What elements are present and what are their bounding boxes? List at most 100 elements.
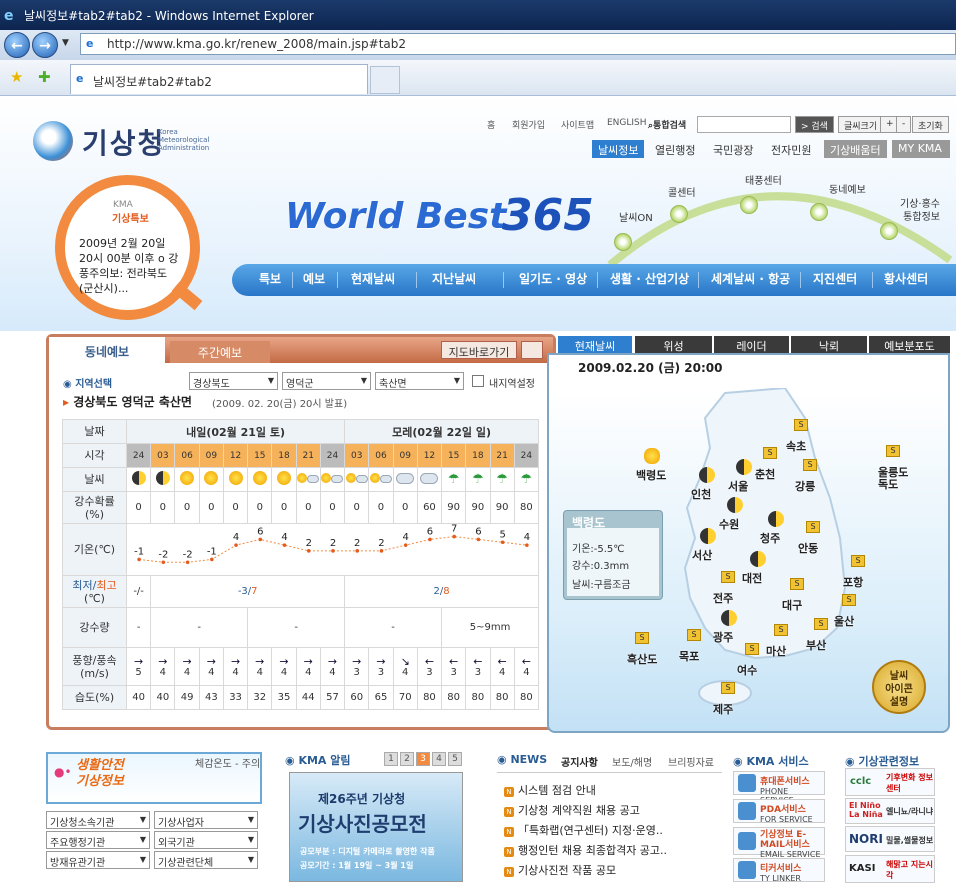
moon-icon[interactable] <box>768 511 784 527</box>
my-region-checkbox[interactable] <box>472 375 484 387</box>
page-1-button[interactable]: 1 <box>384 752 398 766</box>
arc-label-flood[interactable]: 기상·홍수 통합정보 <box>900 198 940 224</box>
menu-past[interactable]: 지난날씨 <box>432 270 476 287</box>
menu-earthquake[interactable]: 지진센터 <box>813 270 857 287</box>
city-label[interactable]: 서울 <box>728 481 748 493</box>
history-dropdown-icon[interactable]: ▼ <box>62 38 69 48</box>
city-label[interactable]: 울릉도 독도 <box>878 467 908 491</box>
kma-logo-icon[interactable] <box>33 121 73 161</box>
city-label[interactable]: 대구 <box>782 600 802 612</box>
s-badge-icon[interactable]: S <box>687 629 701 641</box>
util-sitemap-link[interactable]: 사이트맵 <box>561 118 594 131</box>
tab-satellite[interactable]: 위성 <box>635 336 712 354</box>
tab-radar[interactable]: 레이더 <box>714 336 789 354</box>
select-weather-business[interactable]: 기상사업자 <box>154 811 258 829</box>
page-4-button[interactable]: 4 <box>432 752 446 766</box>
select-admin-agencies[interactable]: 주요행정기관 <box>46 831 150 849</box>
city-label[interactable]: 대전 <box>742 573 762 585</box>
arc-label-local-forecast[interactable]: 동네예보 <box>829 181 866 196</box>
news-item[interactable]: N 기상청 계약직원 채용 공고 <box>504 802 640 818</box>
arc-dot-local-forecast[interactable] <box>810 203 828 221</box>
menu-warning[interactable]: 특보 <box>259 270 281 287</box>
city-label[interactable]: 강릉 <box>795 481 815 493</box>
s-badge-icon[interactable]: S <box>794 419 808 431</box>
tab-lightning[interactable]: 낙뢰 <box>791 336 867 354</box>
city-label[interactable]: 청주 <box>760 533 780 545</box>
city-label[interactable]: 백령도 <box>636 470 666 482</box>
nav-open-admin[interactable]: 열린행정 <box>649 140 701 158</box>
select-weather-orgs[interactable]: 기상관련단체 <box>154 851 258 869</box>
city-label[interactable]: 포항 <box>843 577 863 589</box>
city-label[interactable]: 목포 <box>679 651 699 663</box>
kma-notice-body[interactable]: 2009년 2월 20일 20시 00분 이후 o 강풍주의보: 전라북도(군산… <box>79 236 179 296</box>
city-label[interactable]: 마산 <box>766 646 786 658</box>
moon-icon[interactable] <box>736 459 752 475</box>
news-item[interactable]: N 시스템 점검 안내 <box>504 782 596 798</box>
news-item[interactable]: N 「특화랩(연구센터) 지정·운영.. <box>504 822 663 838</box>
news-item[interactable]: N 기상사진전 작품 공모 <box>504 862 616 878</box>
related-sunrise[interactable]: KASI 해맑고 지는시각 <box>845 855 935 883</box>
util-join-link[interactable]: 회원가입 <box>512 118 545 131</box>
city-label[interactable]: 춘천 <box>755 469 775 481</box>
moon-icon[interactable] <box>721 610 737 626</box>
s-badge-icon[interactable]: S <box>803 459 817 471</box>
county-select[interactable]: 영덕군 <box>282 372 371 390</box>
moon-icon[interactable] <box>727 497 743 513</box>
util-english-link[interactable]: ENGLISH <box>607 118 647 128</box>
menu-forecast[interactable]: 예보 <box>303 270 325 287</box>
related-tide[interactable]: NORI 밀물,썰물정보 <box>845 826 935 852</box>
s-badge-icon[interactable]: S <box>721 682 735 694</box>
city-label[interactable]: 여수 <box>737 665 757 677</box>
font-reset-button[interactable]: 초기화 <box>912 116 949 133</box>
menu-current[interactable]: 현재날씨 <box>351 270 395 287</box>
moon-icon[interactable] <box>699 467 715 483</box>
tab-forecast-map[interactable]: 예보분포도 <box>869 336 950 354</box>
arc-dot-weather-on[interactable] <box>614 233 632 251</box>
news-tab-press[interactable]: 보도/해명 <box>612 754 652 769</box>
nav-weather-info[interactable]: 날씨정보 <box>592 140 645 158</box>
menu-yellowdust[interactable]: 황사센터 <box>884 270 928 287</box>
s-badge-icon[interactable]: S <box>851 555 865 567</box>
city-label[interactable]: 인천 <box>691 489 711 501</box>
font-minus-button[interactable]: - <box>896 116 912 133</box>
province-select[interactable]: 경상북도 <box>189 372 278 390</box>
select-foreign-agencies[interactable]: 외국기관 <box>154 831 258 849</box>
search-input[interactable] <box>697 116 791 133</box>
safety-title[interactable]: 생활안전 기상정보 <box>76 758 166 790</box>
weather-icon-legend-button[interactable]: 날씨 아이콘 설명 <box>872 660 926 714</box>
s-badge-icon[interactable]: S <box>745 643 759 655</box>
arc-label-typhoon[interactable]: 태풍센터 <box>745 172 782 187</box>
moon-icon[interactable] <box>700 528 716 544</box>
nav-citizen-plaza[interactable]: 국민광장 <box>707 140 759 158</box>
search-button[interactable]: > 검색 <box>795 116 834 133</box>
browser-tab[interactable]: 날씨정보#tab2#tab2 <box>70 64 368 94</box>
menu-world[interactable]: 세계날씨 · 항공 <box>711 270 790 287</box>
favorites-star-icon[interactable]: ★ <box>10 68 23 86</box>
arc-dot-call-center[interactable] <box>670 205 688 223</box>
related-elnino[interactable]: El Niño La Niña 엘니뇨/라니냐 <box>845 798 935 824</box>
s-badge-icon[interactable]: S <box>721 571 735 583</box>
s-badge-icon[interactable]: S <box>842 594 856 606</box>
news-item[interactable]: N 행정인턴 채용 최종합격자 공고.. <box>504 842 667 858</box>
nav-e-petition[interactable]: 전자민원 <box>765 140 817 158</box>
city-label[interactable]: 서산 <box>692 550 712 562</box>
arc-label-call-center[interactable]: 콜센터 <box>668 184 696 199</box>
forward-button[interactable]: → <box>32 32 58 58</box>
s-badge-icon[interactable]: S <box>635 632 649 644</box>
nav-my-kma[interactable]: MY KMA <box>892 140 950 158</box>
page-3-button[interactable]: 3 <box>416 752 430 766</box>
moon-icon[interactable] <box>750 551 766 567</box>
town-select[interactable]: 축산면 <box>375 372 464 390</box>
city-label[interactable]: 울산 <box>834 616 854 628</box>
site-logo[interactable]: 기상청 <box>82 122 165 162</box>
city-label[interactable]: 전주 <box>713 593 733 605</box>
city-label[interactable]: 부산 <box>806 640 826 652</box>
menu-chart[interactable]: 일기도 · 영상 <box>519 270 587 287</box>
back-button[interactable]: ← <box>4 32 30 58</box>
nav-learning[interactable]: 기상배움터 <box>824 140 887 158</box>
city-label[interactable]: 광주 <box>713 632 733 644</box>
page-5-button[interactable]: 5 <box>448 752 462 766</box>
related-climate-center[interactable]: cclc 기후변화 정보센터 <box>845 768 935 796</box>
select-kma-affiliates[interactable]: 기상청소속기관 <box>46 811 150 829</box>
city-label[interactable]: 흑산도 <box>627 654 657 666</box>
